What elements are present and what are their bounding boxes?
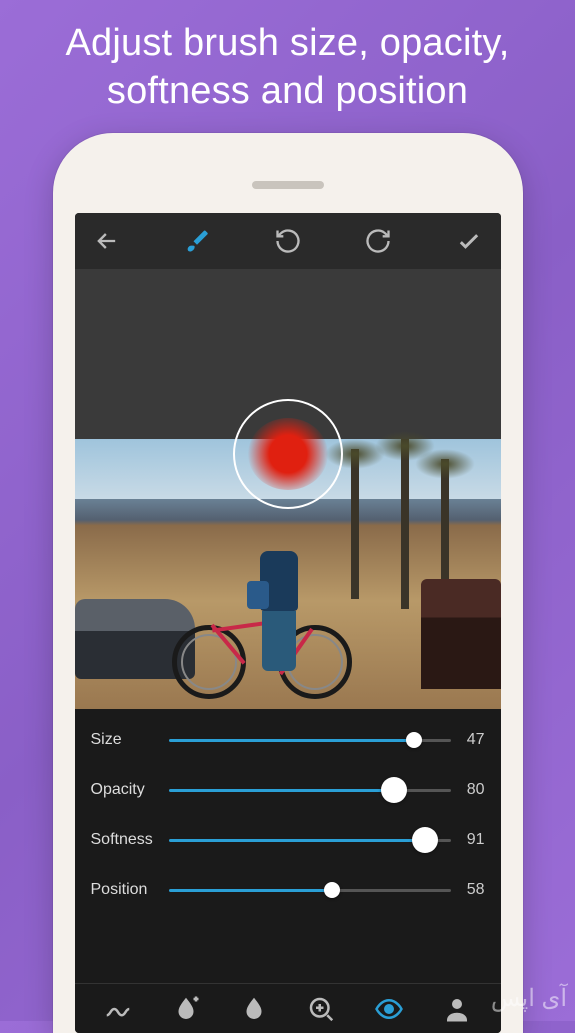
promo-headline: Adjust brush size, opacity, softness and… [0, 0, 575, 133]
slider-opacity: Opacity 80 [91, 765, 485, 815]
undo-icon[interactable] [274, 227, 302, 255]
editor-top-bar [75, 213, 501, 269]
phone-frame: Size 47 Opacity 80 Softness [53, 133, 523, 1033]
brush-icon[interactable] [183, 227, 211, 255]
slider-track-softness[interactable] [169, 828, 451, 852]
redo-icon[interactable] [364, 227, 392, 255]
back-icon[interactable] [93, 227, 121, 255]
slider-track-size[interactable] [169, 728, 451, 752]
drop-plus-icon[interactable] [171, 994, 201, 1024]
person-icon[interactable] [442, 994, 472, 1024]
slider-softness: Softness 91 [91, 815, 485, 865]
squiggle-icon[interactable] [103, 994, 133, 1024]
eye-icon[interactable] [374, 994, 404, 1024]
slider-value: 47 [451, 731, 485, 749]
slider-position: Position 58 [91, 865, 485, 915]
slider-track-opacity[interactable] [169, 778, 451, 802]
canvas-area[interactable] [75, 269, 501, 709]
brush-preview-dot [248, 418, 328, 490]
slider-value: 91 [451, 831, 485, 849]
bottom-toolbar [75, 983, 501, 1033]
apply-icon[interactable] [455, 227, 483, 255]
slider-value: 58 [451, 881, 485, 899]
zoom-in-icon[interactable] [306, 994, 336, 1024]
slider-value: 80 [451, 781, 485, 799]
slider-label: Softness [91, 831, 169, 849]
watermark: آی اپس [491, 984, 567, 1013]
slider-size: Size 47 [91, 715, 485, 765]
slider-label: Position [91, 881, 169, 899]
sliders-panel: Size 47 Opacity 80 Softness [75, 709, 501, 983]
drop-icon[interactable] [239, 994, 269, 1024]
slider-label: Opacity [91, 781, 169, 799]
phone-screen: Size 47 Opacity 80 Softness [75, 213, 501, 1033]
slider-track-position[interactable] [169, 878, 451, 902]
slider-label: Size [91, 731, 169, 749]
brush-preview-circle[interactable] [233, 399, 343, 509]
